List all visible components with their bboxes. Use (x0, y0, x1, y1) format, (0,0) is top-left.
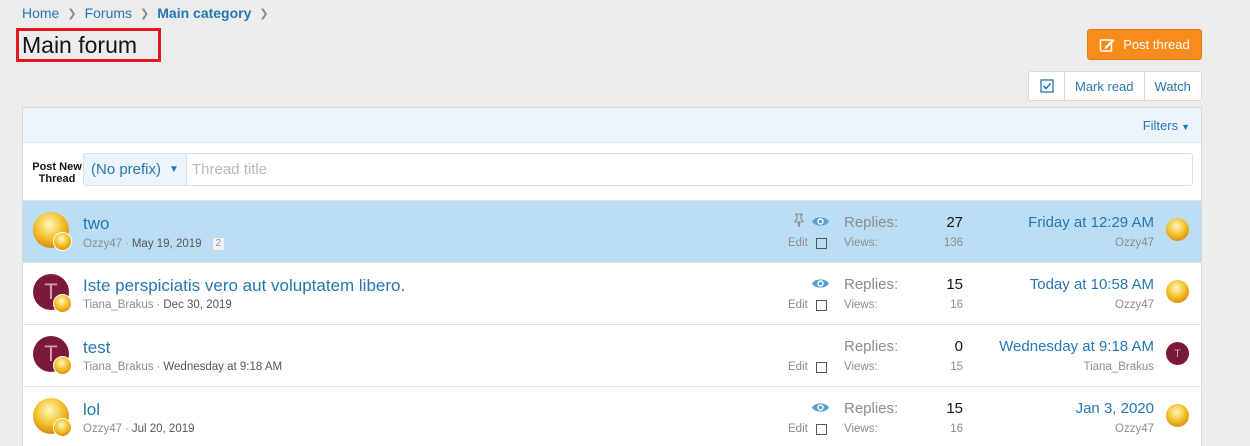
separator-dot: · (125, 238, 129, 250)
views-count: 15 (950, 361, 963, 373)
last-post-user[interactable]: Ozzy47 (1115, 237, 1154, 249)
thread-author[interactable]: Ozzy47 (83, 238, 122, 250)
thread-start-date[interactable]: May 19, 2019 (132, 238, 202, 250)
thread-meta: Ozzy47 · May 19, 2019 2 (83, 237, 226, 251)
prefix-value: (No prefix) (91, 161, 162, 178)
thread-start-date[interactable]: Dec 30, 2019 (163, 299, 231, 311)
edit-icon (1100, 38, 1115, 52)
edit-link[interactable]: Edit (788, 361, 808, 373)
replies-label: Replies: (844, 214, 899, 231)
page-link[interactable]: 2 (211, 237, 226, 251)
forum-action-buttons: Mark read Watch (1028, 71, 1202, 101)
edit-link[interactable]: Edit (788, 423, 808, 435)
thread-author[interactable]: Tiana_Brakus (83, 299, 154, 311)
select-checkbox[interactable] (816, 362, 827, 373)
thread-title-link[interactable]: two (83, 214, 109, 234)
replies-count: 15 (946, 400, 963, 417)
post-thread-label: Post thread (1123, 37, 1190, 52)
eye-icon (812, 403, 829, 412)
chevron-right-icon: ❯ (67, 7, 77, 20)
filters-label: Filters (1142, 118, 1179, 133)
select-checkbox[interactable] (816, 300, 827, 311)
replies-label: Replies: (844, 276, 899, 293)
thread-start-date[interactable]: Wednesday at 9:18 AM (163, 361, 282, 373)
separator-dot: · (156, 361, 161, 373)
views-count: 16 (950, 423, 963, 435)
select-toggle-button[interactable] (1029, 72, 1064, 100)
breadcrumb-home[interactable]: Home (22, 5, 59, 21)
breadcrumb-forums[interactable]: Forums (85, 5, 132, 21)
breadcrumb: Home ❯ Forums ❯ Main category ❯ (22, 5, 277, 21)
thread-author[interactable]: Ozzy47 (83, 423, 122, 435)
thread-row[interactable]: two Ozzy47 · May 19, 2019 2 Edit Replies… (23, 201, 1201, 263)
chevron-right-icon: ❯ (140, 7, 150, 20)
last-poster-mini-avatar[interactable] (53, 232, 72, 251)
thread-title-link[interactable]: Iste perspiciatis vero aut voluptatem li… (83, 276, 405, 296)
post-thread-button[interactable]: Post thread (1087, 29, 1202, 60)
select-checkbox[interactable] (816, 424, 827, 435)
eye-icon (812, 217, 829, 226)
thread-title-link[interactable]: lol (83, 400, 100, 420)
thread-meta: Ozzy47 · Jul 20, 2019 (83, 423, 195, 435)
last-poster-mini-avatar[interactable] (53, 356, 72, 375)
last-post-user[interactable]: Ozzy47 (1115, 299, 1154, 311)
last-post-date[interactable]: Today at 10:58 AM (1030, 276, 1154, 293)
replies-count: 0 (954, 338, 963, 355)
eye-icon (812, 279, 829, 288)
thread-list-panel: Filters▼ Post New Thread (No prefix)▼ tw… (22, 107, 1202, 446)
thread-title-input[interactable] (186, 153, 1193, 186)
views-label: Views: (844, 423, 878, 435)
views-label: Views: (844, 237, 878, 249)
last-post-user[interactable]: Ozzy47 (1115, 423, 1154, 435)
thread-row[interactable]: T test Tiana_Brakus · Wednesday at 9:18 … (23, 325, 1201, 387)
caret-down-icon: ▼ (169, 164, 179, 175)
last-poster-avatar[interactable] (1166, 404, 1189, 427)
last-post-date[interactable]: Jan 3, 2020 (1076, 400, 1154, 417)
filter-bar: Filters ▼ (23, 108, 1201, 143)
edit-link[interactable]: Edit (788, 237, 808, 249)
filters-dropdown[interactable]: Filters ▼ (1143, 118, 1190, 133)
last-poster-avatar[interactable]: T (1166, 342, 1189, 365)
edit-link[interactable]: Edit (788, 299, 808, 311)
last-post-date[interactable]: Friday at 12:29 AM (1028, 214, 1154, 231)
last-poster-avatar[interactable] (1166, 218, 1189, 241)
chevron-right-icon: ❯ (259, 7, 269, 20)
thread-meta: Tiana_Brakus · Dec 30, 2019 (83, 299, 232, 311)
thread-author[interactable]: Tiana_Brakus (83, 361, 154, 373)
post-new-thread-label: Post New Thread (32, 161, 82, 185)
separator-dot: · (125, 423, 129, 435)
views-label: Views: (844, 361, 878, 373)
thread-meta: Tiana_Brakus · Wednesday at 9:18 AM (83, 361, 282, 373)
thread-start-date[interactable]: Jul 20, 2019 (132, 423, 195, 435)
replies-count: 15 (946, 276, 963, 293)
breadcrumb-main-category[interactable]: Main category (157, 5, 251, 21)
thread-row[interactable]: T Iste perspiciatis vero aut voluptatem … (23, 263, 1201, 325)
thread-row[interactable]: lol Ozzy47 · Jul 20, 2019 Edit Replies: … (23, 387, 1201, 446)
pin-icon (794, 213, 804, 227)
views-count: 16 (950, 299, 963, 311)
last-poster-mini-avatar[interactable] (53, 294, 72, 313)
views-label: Views: (844, 299, 878, 311)
watch-button[interactable]: Watch (1143, 72, 1201, 100)
caret-down-icon: ▼ (1181, 122, 1190, 132)
select-checkbox[interactable] (816, 238, 827, 249)
replies-count: 27 (946, 214, 963, 231)
prefix-select[interactable]: (No prefix) ▼ (83, 153, 187, 186)
last-post-date[interactable]: Wednesday at 9:18 AM (999, 338, 1154, 355)
thread-title-link[interactable]: test (83, 338, 110, 358)
separator-dot: · (156, 299, 161, 311)
replies-label: Replies: (844, 338, 899, 355)
page-title: Main forum (22, 32, 138, 58)
last-poster-mini-avatar[interactable] (53, 418, 72, 437)
last-post-user[interactable]: Tiana_Brakus (1083, 361, 1154, 373)
mark-read-button[interactable]: Mark read (1064, 72, 1144, 100)
last-poster-avatar[interactable] (1166, 280, 1189, 303)
quick-thread-form: Post New Thread (No prefix) ▼ (23, 143, 1201, 201)
replies-label: Replies: (844, 400, 899, 417)
checkbox-checked-icon (1039, 79, 1054, 93)
views-count: 136 (943, 237, 963, 249)
